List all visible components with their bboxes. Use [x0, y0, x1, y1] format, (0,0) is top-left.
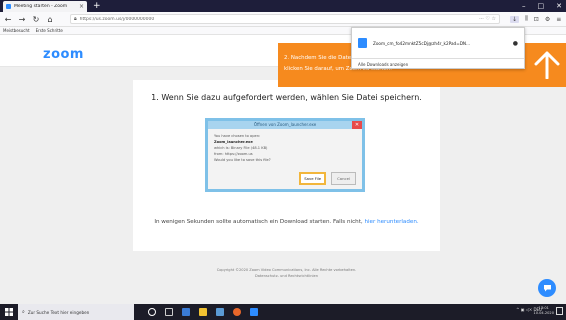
sidebar-icon[interactable]: ⊡: [534, 16, 539, 23]
taskbar-apps: [148, 308, 258, 316]
taskbar-search[interactable]: ⌕ Zur Suche Text hier eingeben: [18, 304, 134, 320]
copyright: Copyright ©2020 Zoom Video Communication…: [133, 267, 440, 279]
window-controls: – □ ✕: [522, 0, 562, 12]
browser-tab[interactable]: Meeting starten - Zoom ×: [3, 1, 87, 12]
tab-close-icon[interactable]: ×: [79, 3, 84, 10]
menu-icon[interactable]: ≡: [556, 16, 561, 23]
downloads-panel: Zoom_cm_fo42mnktZ5cDj@zh4r_k2Pad=DN... ●…: [351, 27, 525, 69]
bookmark-most-visited[interactable]: Meistbesucht: [3, 28, 30, 33]
download-item[interactable]: Zoom_cm_fo42mnktZ5cDj@zh4r_k2Pad=DN... ●: [352, 32, 524, 54]
search-placeholder[interactable]: Zur Suche Text hier eingeben: [28, 310, 90, 315]
zoom-app-icon[interactable]: [250, 308, 258, 316]
zoom-favicon-icon: [6, 4, 11, 9]
show-all-downloads-link[interactable]: Alle Downloads anzeigen: [352, 58, 524, 70]
dialog-line: Would you like to save this file?: [214, 158, 271, 162]
save-file-dialog-illustration: Öffnen von Zoom_launcher.exe ✕ You have …: [205, 118, 365, 192]
download-hint: In wenigen Sekunden sollte automatisch e…: [133, 219, 440, 225]
windows-start-icon[interactable]: [0, 304, 18, 320]
dialog-close-icon: ✕: [352, 121, 362, 129]
instruction-card: 1. Wenn Sie dazu aufgefordert werden, wä…: [133, 80, 440, 251]
bookmark-getting-started[interactable]: Erste Schritte: [36, 28, 63, 33]
search-icon: ⌕: [22, 309, 25, 315]
forward-icon[interactable]: →: [18, 15, 26, 24]
dialog-save-button: Save File: [299, 172, 327, 185]
close-window-icon[interactable]: ✕: [556, 0, 562, 12]
tab-title: Meeting starten - Zoom: [14, 4, 68, 9]
toolbar-buttons: ↓ ⫼ ⊡ ⚙ ≡: [510, 15, 561, 23]
downloads-icon[interactable]: ↓: [510, 15, 520, 23]
url-text[interactable]: https://us.zoom.us/j/0000000000: [80, 17, 476, 22]
reload-icon[interactable]: ↻: [32, 15, 40, 24]
clock[interactable]: 13:01 10.04.2020: [533, 306, 554, 316]
library-icon[interactable]: ⫼: [525, 15, 528, 23]
minimize-icon[interactable]: –: [522, 0, 526, 12]
clock-date: 10.04.2020: [533, 311, 554, 315]
file-icon: [358, 38, 367, 48]
dialog-title: Öffnen von Zoom_launcher.exe ✕: [208, 121, 362, 129]
dialog-cancel-button: Cancel: [331, 172, 356, 185]
store-icon[interactable]: [216, 308, 224, 316]
download-filename[interactable]: Zoom_cm_fo42mnktZ5cDj@zh4r_k2Pad=DN...: [373, 41, 507, 46]
edge-icon[interactable]: [182, 308, 190, 316]
file-explorer-icon[interactable]: [199, 308, 207, 316]
lock-icon: 🔒︎: [74, 16, 77, 22]
open-folder-icon[interactable]: ●: [513, 40, 518, 47]
page-actions-icon[interactable]: ··· ♡ ☆: [479, 16, 496, 22]
cortana-icon[interactable]: [148, 308, 156, 316]
browser-titlebar: Meeting starten - Zoom × + – □ ✕: [0, 0, 566, 12]
zoom-logo[interactable]: zoom: [43, 47, 84, 62]
taskbar: ⌕ Zur Suche Text hier eingeben ^ ▣ ◁× DE…: [0, 304, 566, 320]
dialog-body: You have chosen to open: Zoom_launcher.e…: [208, 129, 362, 167]
notification-icon[interactable]: [556, 307, 563, 315]
download-hint-text: In wenigen Sekunden sollte automatisch e…: [154, 219, 365, 225]
chat-bubble-icon: [543, 285, 551, 292]
instruction-heading: 1. Wenn Sie dazu aufgefordert werden, wä…: [151, 93, 422, 102]
back-icon[interactable]: ←: [4, 15, 12, 24]
maximize-icon[interactable]: □: [538, 0, 545, 12]
url-bar[interactable]: 🔒︎ https://us.zoom.us/j/0000000000 ··· ♡…: [70, 14, 500, 24]
download-here-link[interactable]: hier herunterladen.: [364, 219, 418, 225]
arrow-up-icon: [534, 51, 560, 79]
firefox-icon[interactable]: [233, 308, 241, 316]
dialog-title-text: Öffnen von Zoom_launcher.exe: [253, 122, 317, 127]
legal-links[interactable]: Datenschutz- und Rechtsrichtlinien: [133, 273, 440, 279]
chat-button[interactable]: [538, 279, 556, 297]
dialog-buttons: Save File Cancel: [299, 172, 356, 185]
navigation-bar: ← → ↻ ⌂ 🔒︎ https://us.zoom.us/j/00000000…: [0, 12, 566, 27]
new-tab-button[interactable]: +: [93, 0, 101, 12]
account-icon[interactable]: ⚙: [545, 16, 550, 23]
task-view-icon[interactable]: [165, 308, 173, 316]
home-icon[interactable]: ⌂: [46, 15, 54, 24]
